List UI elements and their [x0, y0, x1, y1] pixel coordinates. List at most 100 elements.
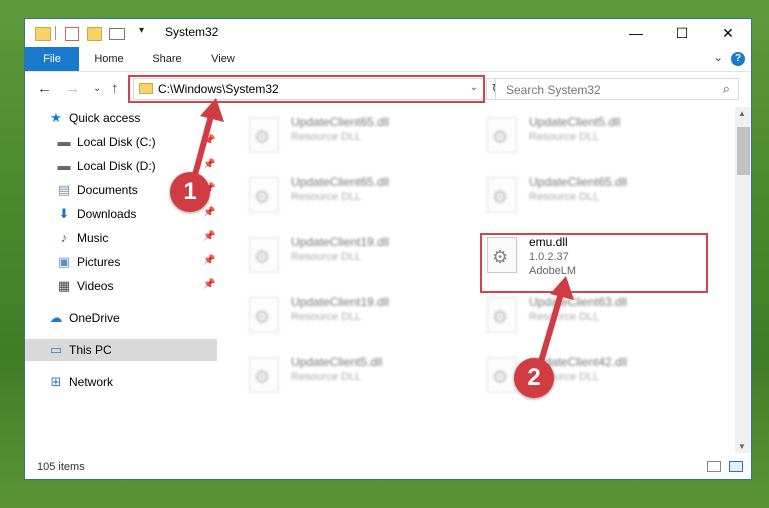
file-description: Resource DLL [529, 311, 600, 323]
forward-arrow-icon[interactable]: → [65, 80, 80, 97]
expand-ribbon-icon[interactable]: ⌄ [714, 51, 723, 64]
item-count: 105 items [37, 461, 85, 473]
sidebar-item-pictures[interactable]: ▣ Pictures 📌 [25, 251, 217, 273]
dll-file-icon: ⚙ [249, 177, 279, 213]
details-view-icon[interactable] [707, 461, 721, 472]
computer-icon: ▭ [49, 342, 63, 357]
tab-home[interactable]: Home [87, 47, 131, 71]
sidebar-item-label: Network [69, 375, 114, 389]
window-title: System32 [165, 25, 219, 39]
file-item[interactable]: ⚙ UpdateClient5.dll Resource DLL [221, 351, 441, 401]
file-item[interactable]: ⚙ UpdateClient65.dll Resource DLL [221, 111, 441, 161]
pin-icon[interactable]: 📌 [203, 231, 215, 242]
help-icon[interactable]: ? [731, 52, 745, 66]
search-box[interactable]: ⌕ [495, 78, 739, 100]
sidebar-item-music[interactable]: ♪ Music 📌 [25, 227, 217, 249]
sidebar-item-label: Pictures [77, 255, 121, 269]
scrollbar-thumb[interactable] [737, 127, 750, 175]
dll-file-icon: ⚙ [487, 177, 517, 213]
sidebar-item-local-disk-c[interactable]: ▬ Local Disk (C:) 📌 [25, 131, 217, 153]
dll-file-icon: ⚙ [249, 357, 279, 393]
dll-file-icon: ⚙ [487, 117, 517, 153]
scroll-down-icon[interactable]: ▼ [738, 442, 746, 451]
title-bar: ▾ System32 — ☐ ✕ [25, 19, 751, 47]
file-description: Resource DLL [291, 131, 362, 143]
pin-icon[interactable]: 📌 [203, 135, 215, 146]
file-name: UpdateClient63.dll [529, 295, 628, 309]
drive-icon: ▬ [57, 158, 71, 173]
file-description: Resource DLL [291, 251, 362, 263]
file-name: UpdateClient65.dll [291, 175, 390, 189]
cloud-icon: ☁ [49, 310, 63, 325]
sidebar-item-label: Quick access [69, 111, 141, 125]
sidebar-item-label: Music [77, 231, 109, 245]
emu-dll-highlight [480, 233, 708, 293]
address-bar-highlight [128, 75, 485, 103]
annotation-marker-1: 1 [170, 172, 210, 212]
sidebar-item-network[interactable]: ⊞ Network [25, 371, 217, 393]
dll-file-icon: ⚙ [487, 297, 517, 333]
annotation-marker-2: 2 [514, 358, 554, 398]
sidebar-item-label: Local Disk (D:) [77, 159, 156, 173]
file-item[interactable]: ⚙ UpdateClient65.dll Resource DLL [221, 171, 441, 221]
sidebar-item-label: OneDrive [69, 311, 120, 325]
minimize-button[interactable]: — [613, 19, 659, 47]
recent-locations-icon[interactable]: ⌄ [93, 83, 101, 94]
tab-file[interactable]: File [25, 47, 79, 71]
sidebar-item-label: This PC [69, 343, 112, 357]
file-description: Resource DLL [291, 191, 362, 203]
file-item[interactable]: ⚙ UpdateClient19.dll Resource DLL [221, 231, 441, 281]
pin-icon[interactable]: 📌 [203, 255, 215, 266]
navigation-pane: ★ Quick access ▬ Local Disk (C:) 📌 ▬ Loc… [25, 107, 219, 453]
file-name: UpdateClient5.dll [529, 115, 621, 129]
documents-icon: ▤ [57, 182, 71, 197]
sidebar-item-this-pc[interactable]: ▭ This PC [25, 339, 217, 361]
file-item[interactable]: ⚙ UpdateClient42.dll Resource DLL [459, 351, 679, 401]
file-description: Resource DLL [291, 311, 362, 323]
file-description: Resource DLL [529, 191, 600, 203]
sidebar-item-label: Local Disk (C:) [77, 135, 156, 149]
sidebar-item-label: Downloads [77, 207, 137, 221]
pin-icon[interactable]: 📌 [203, 207, 215, 218]
up-arrow-icon[interactable]: ↑ [111, 80, 119, 97]
file-item[interactable]: ⚙ UpdateClient65.dll Resource DLL [459, 171, 679, 221]
dropdown-chevron-icon[interactable]: ▾ [139, 25, 144, 36]
dll-file-icon: ⚙ [487, 357, 517, 393]
new-folder-icon[interactable] [87, 27, 102, 41]
customize-toolbar-icon[interactable] [109, 28, 125, 40]
videos-icon: ▦ [57, 278, 71, 293]
sidebar-item-quick-access[interactable]: ★ Quick access [25, 107, 217, 129]
sidebar-item-videos[interactable]: ▦ Videos 📌 [25, 275, 217, 297]
file-name: UpdateClient5.dll [291, 355, 383, 369]
drive-icon: ▬ [57, 134, 71, 149]
file-description: Resource DLL [529, 131, 600, 143]
status-bar: 105 items [25, 453, 751, 479]
file-item[interactable]: ⚙ UpdateClient63.dll Resource DLL [459, 291, 679, 341]
dll-file-icon: ⚙ [249, 237, 279, 273]
music-icon: ♪ [60, 230, 68, 245]
ribbon-tabs: File Home Share View ⌄ ? [25, 47, 751, 72]
sidebar-item-label: Documents [77, 183, 138, 197]
vertical-scrollbar[interactable]: ▲ ▼ [735, 107, 751, 453]
file-item[interactable]: ⚙ UpdateClient5.dll Resource DLL [459, 111, 679, 161]
file-item[interactable]: ⚙ UpdateClient19.dll Resource DLL [221, 291, 441, 341]
search-input[interactable] [504, 81, 708, 99]
tab-share[interactable]: Share [145, 47, 189, 71]
file-name: UpdateClient65.dll [529, 175, 628, 189]
dll-file-icon: ⚙ [249, 297, 279, 333]
scroll-up-icon[interactable]: ▲ [738, 109, 746, 118]
properties-icon[interactable] [65, 27, 79, 41]
file-name: UpdateClient65.dll [291, 115, 390, 129]
close-button[interactable]: ✕ [705, 19, 751, 47]
back-arrow-icon[interactable]: ← [37, 80, 52, 97]
dll-file-icon: ⚙ [249, 117, 279, 153]
maximize-button[interactable]: ☐ [659, 19, 705, 47]
download-icon: ⬇ [58, 206, 70, 221]
tiles-view-icon[interactable] [729, 461, 743, 472]
search-icon: ⌕ [722, 81, 730, 96]
file-name: UpdateClient19.dll [291, 235, 390, 249]
sidebar-item-onedrive[interactable]: ☁ OneDrive [25, 307, 217, 329]
tab-view[interactable]: View [201, 47, 245, 71]
pin-icon[interactable]: 📌 [203, 279, 215, 290]
pin-icon[interactable]: 📌 [203, 159, 215, 170]
